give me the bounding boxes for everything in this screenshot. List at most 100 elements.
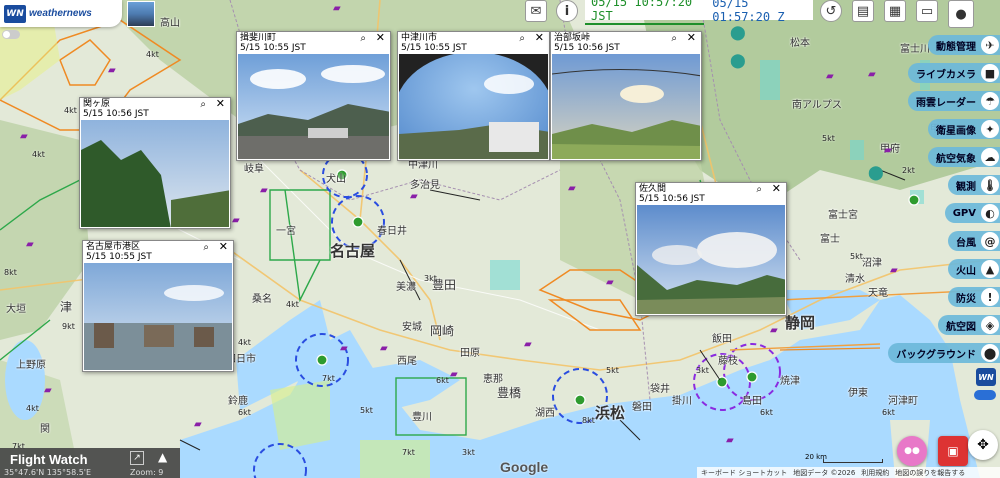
aircraft-icon[interactable]: ▰ [26,240,34,250]
mail-icon[interactable]: ✉ [525,0,547,22]
place-label: 岐阜 [244,164,264,175]
camera-image[interactable] [238,54,389,159]
camera-image[interactable] [399,54,548,159]
terms-link[interactable]: 利用規約 [861,468,889,478]
zoom-icon[interactable]: ⌕ [519,34,525,44]
menu-dynamic-management[interactable]: 動態管理 ✈ [928,35,1000,55]
close-icon[interactable]: ✕ [535,32,544,43]
close-icon[interactable]: ✕ [772,183,781,194]
aircraft-icon[interactable]: ▰ [340,344,348,354]
close-icon[interactable]: ✕ [376,32,385,43]
menu-volcano[interactable]: 火山 ▲ [948,259,1000,279]
place-label: 高山 [160,18,180,29]
camera-popup[interactable]: 揖斐川町 5/15 10:55 JST ⌕ ✕ [236,31,391,161]
place-label: 富士 [820,234,840,245]
building-icon[interactable]: ▦ [884,0,906,22]
menu-aero-chart[interactable]: 航空図 ◈ [938,315,1000,335]
place-label: 犬山 [326,174,346,185]
aircraft-icon[interactable]: ▰ [826,72,834,82]
info-icon[interactable]: i [556,0,578,22]
aircraft-icon[interactable]: ▰ [108,66,116,76]
camera-image[interactable] [81,120,229,227]
camera-time: 5/15 10:55 JST [86,252,152,262]
aircraft-icon[interactable]: ▰ [884,146,892,156]
report-icon[interactable]: ▣ [938,436,968,466]
menu-observation[interactable]: 観測 🌡 [948,175,1000,195]
aircraft-icon[interactable]: ▰ [260,186,268,196]
place-label: 飯田 [712,334,732,345]
menu-background[interactable]: バックグラウンド ⬤ [888,343,1000,363]
close-icon[interactable]: ✕ [219,241,228,252]
aircraft-icon[interactable]: ▰ [194,420,202,430]
monitor-icon[interactable]: ▭ [916,0,938,22]
chat-bubble-icon[interactable]: ●● [897,436,927,466]
menu-disaster[interactable]: 防災! [948,287,1000,307]
place-label: 田原 [460,348,480,359]
aircraft-icon[interactable]: ▰ [333,4,341,14]
camera-image[interactable] [552,54,700,159]
user-icon[interactable]: ● [948,0,974,28]
place-label: 豊川 [412,412,432,423]
close-icon[interactable]: ✕ [216,98,225,109]
zoom-icon[interactable]: ⌕ [203,243,209,253]
aircraft-icon[interactable]: ▰ [606,278,614,288]
report-error-link[interactable]: 地図の誤りを報告する [895,468,965,478]
menu-typhoon[interactable]: 台風 @ [948,231,1000,251]
fullscreen-icon[interactable]: ✥ [968,430,998,460]
close-icon[interactable]: ✕ [687,32,696,43]
mountain-pin-icon[interactable]: ⬤ [730,26,746,40]
wni-badge-icon[interactable]: WN [976,368,996,386]
wind-speed-label: 3kt [462,448,475,457]
zoom-icon[interactable]: ⌕ [756,185,762,195]
zoom-icon[interactable]: ⌕ [200,100,206,110]
aircraft-icon[interactable]: ▰ [410,192,418,202]
menu-rain-radar[interactable]: 雨雲レーダー ☂ [908,91,1000,111]
camera-popup[interactable]: 中津川市 5/15 10:55 JST ⌕ ✕ [397,31,550,161]
menu-gpv[interactable]: GPV ◐ [944,203,1000,223]
camera-image[interactable] [637,205,785,314]
camera-popup[interactable]: 名古屋市港区 5/15 10:55 JST ⌕ ✕ [82,240,234,372]
aircraft-icon[interactable]: ▰ [726,436,734,446]
camera-popup[interactable]: 佐久間 5/15 10:56 JST ⌕ ✕ [635,182,787,316]
history-icon[interactable]: ↺ [820,0,842,22]
document-icon[interactable]: ▤ [852,0,874,22]
flight-watch-panel: Flight Watch ↗ ▲ 35°47.6'N 135°58.5'E Zo… [0,448,180,478]
camera-time: 5/15 10:56 JST [639,194,705,204]
mountain-pin-icon[interactable]: ⬤ [730,54,746,68]
external-link-icon[interactable]: ↗ [130,451,144,465]
aircraft-icon[interactable]: ▰ [450,370,458,380]
camera-header: 佐久間 5/15 10:56 JST ⌕ ✕ [636,183,786,205]
wind-speed-label: 8kt [4,268,17,277]
keyboard-shortcuts-link[interactable]: キーボード ショートカット [701,468,787,478]
place-label: 静岡 [785,314,816,332]
camera-thumbnail[interactable] [127,1,155,27]
menu-live-camera[interactable]: ライブカメラ ■ [908,63,1000,83]
place-label: 松本 [790,38,810,49]
satellite-icon: ✦ [981,120,999,138]
aircraft-icon[interactable]: ▰ [232,216,240,226]
toggle-switch[interactable] [2,30,20,39]
toggle-switch[interactable] [974,390,996,400]
wind-speed-label: 5kt [822,134,835,143]
aircraft-icon[interactable]: ▰ [524,340,532,350]
menu-aviation-weather[interactable]: 航空気象 ☁ [928,147,1000,167]
aircraft-icon[interactable]: ▰ [568,184,576,194]
aircraft-icon[interactable]: ▰ [868,70,876,80]
zoom-icon[interactable]: ⌕ [671,34,677,44]
wind-speed-label: 6kt [760,408,773,417]
brand-logo[interactable]: WN weathernews [0,0,122,27]
aircraft-icon[interactable]: ▰ [20,132,28,142]
aircraft-icon[interactable]: ▰ [380,344,388,354]
mountain-pin-icon[interactable]: ⬤ [868,166,884,180]
aircraft-icon[interactable]: ▰ [44,386,52,396]
wind-speed-label: 3kt [424,274,437,283]
camera-popup[interactable]: 関ヶ原 5/15 10:56 JST ⌕ ✕ [79,97,231,229]
aircraft-icon[interactable]: ▰ [890,266,898,276]
aircraft-icon[interactable]: ▰ [770,326,778,336]
chevron-up-icon[interactable]: ▲ [158,450,167,464]
menu-satellite[interactable]: 衛星画像 ✦ [928,119,1000,139]
camera-popup[interactable]: 治部坂峠 5/15 10:56 JST ⌕ ✕ [550,31,702,161]
camera-header: 揖斐川町 5/15 10:55 JST ⌕ ✕ [237,32,390,54]
zoom-icon[interactable]: ⌕ [360,34,366,44]
camera-image[interactable] [84,263,232,370]
